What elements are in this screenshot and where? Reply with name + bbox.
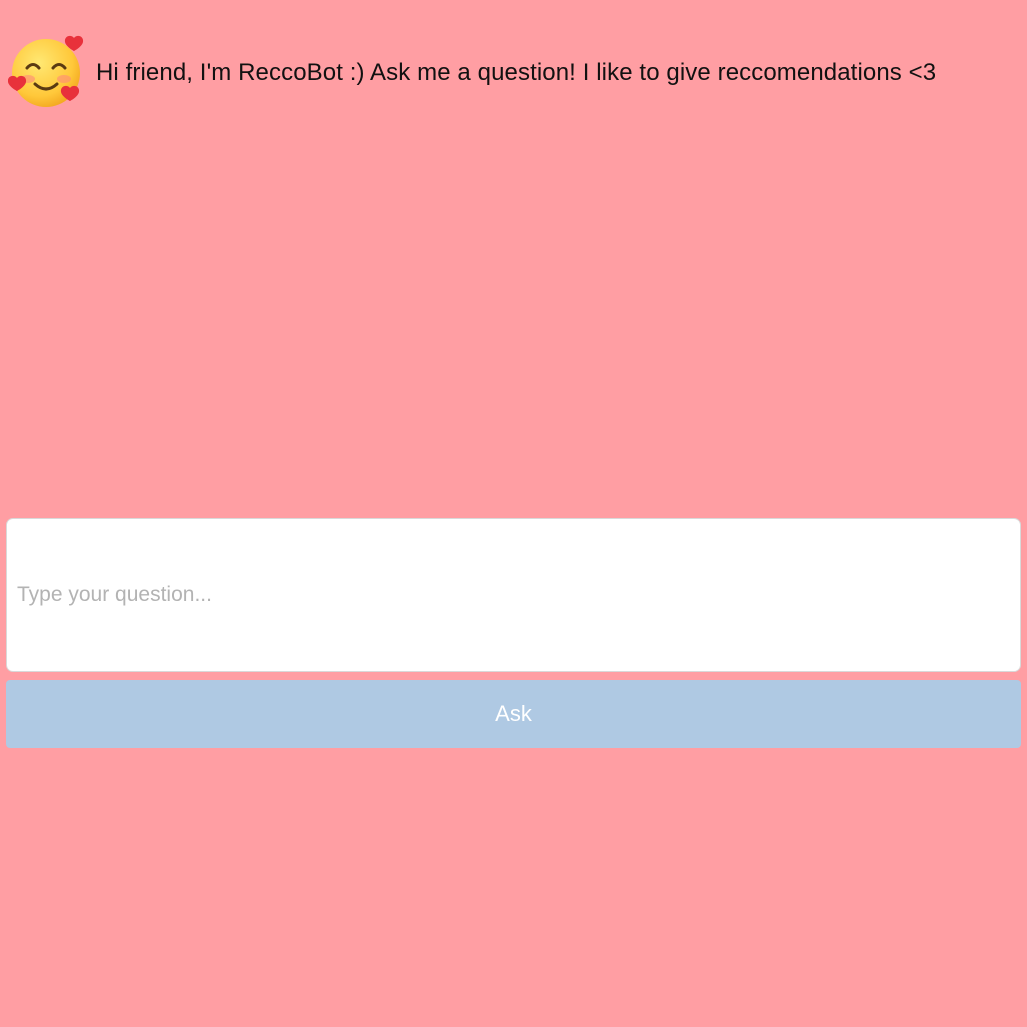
ask-button[interactable]: Ask: [6, 680, 1021, 748]
question-input[interactable]: [6, 518, 1021, 672]
greeting-text: Hi friend, I'm ReccoBot :) Ask me a ques…: [96, 59, 937, 86]
bot-header: Hi friend, I'm ReccoBot :) Ask me a ques…: [8, 34, 936, 112]
smiling-face-with-hearts-icon: [8, 34, 86, 112]
